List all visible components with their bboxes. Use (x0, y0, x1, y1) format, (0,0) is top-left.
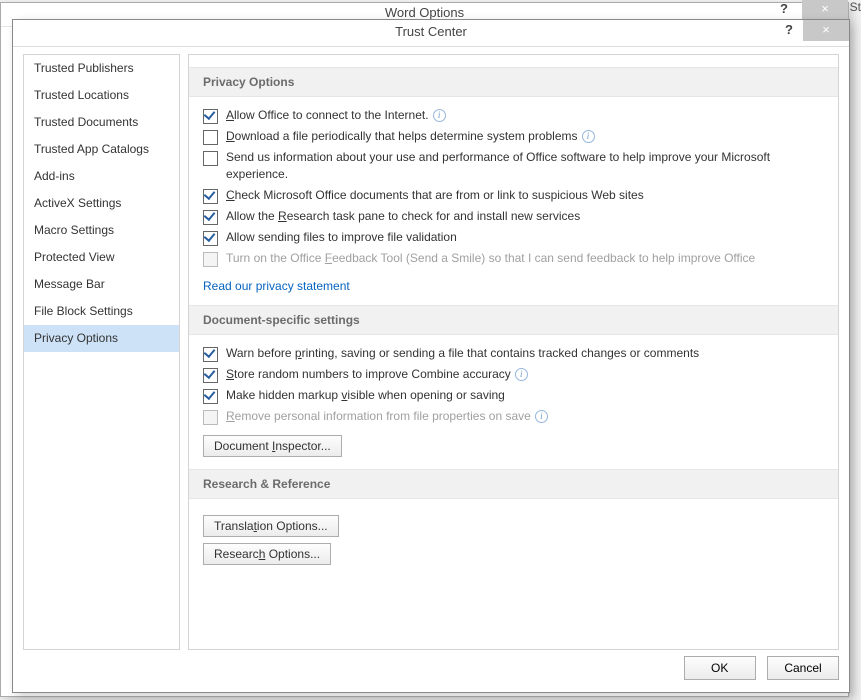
doc-option-2: Make hidden markup visible when opening … (203, 387, 824, 404)
section-header-privacy: Privacy Options (189, 67, 838, 97)
privacy-option-6: Turn on the Office Feedback Tool (Send a… (203, 250, 824, 267)
research-options-button[interactable]: Research Options... (203, 543, 331, 565)
privacy-option-3: Check Microsoft Office documents that ar… (203, 187, 824, 204)
parent-close-button[interactable]: × (802, 0, 848, 20)
privacy-option-1: Download a file periodically that helps … (203, 128, 824, 145)
privacy-checkbox-5[interactable] (203, 231, 218, 246)
doc-label-3: Remove personal information from file pr… (226, 408, 548, 425)
content-pane: Privacy Options Allow Office to connect … (188, 54, 839, 650)
sidebar-item-protected-view[interactable]: Protected View (24, 244, 179, 271)
sidebar-item-trusted-documents[interactable]: Trusted Documents (24, 109, 179, 136)
privacy-label-0[interactable]: Allow Office to connect to the Internet.… (226, 107, 446, 124)
doc-checkbox-2[interactable] (203, 389, 218, 404)
doc-label-0[interactable]: Warn before printing, saving or sending … (226, 345, 699, 362)
doc-label-2[interactable]: Make hidden markup visible when opening … (226, 387, 505, 404)
privacy-checkbox-0[interactable] (203, 109, 218, 124)
sidebar-item-file-block-settings[interactable]: File Block Settings (24, 298, 179, 325)
section-header-doc: Document-specific settings (189, 305, 838, 335)
info-icon[interactable]: i (515, 368, 528, 381)
privacy-option-5: Allow sending files to improve file vali… (203, 229, 824, 246)
sidebar-item-message-bar[interactable]: Message Bar (24, 271, 179, 298)
privacy-checkbox-6 (203, 252, 218, 267)
privacy-checkbox-4[interactable] (203, 210, 218, 225)
privacy-label-1[interactable]: Download a file periodically that helps … (226, 128, 595, 145)
doc-checkbox-1[interactable] (203, 368, 218, 383)
ok-button[interactable]: OK (684, 656, 756, 680)
section-header-research: Research & Reference (189, 469, 838, 499)
document-inspector-button[interactable]: Document Inspector... (203, 435, 342, 457)
privacy-label-5[interactable]: Allow sending files to improve file vali… (226, 229, 457, 246)
doc-option-0: Warn before printing, saving or sending … (203, 345, 824, 362)
close-button[interactable]: × (803, 20, 849, 41)
sidebar-item-trusted-app-catalogs[interactable]: Trusted App Catalogs (24, 136, 179, 163)
dialog-title: Trust Center (395, 24, 467, 39)
privacy-checkbox-1[interactable] (203, 130, 218, 145)
parent-dialog-title: Word Options (385, 5, 464, 20)
privacy-label-4[interactable]: Allow the Research task pane to check fo… (226, 208, 580, 225)
trust-center-dialog: Trust Center ? × Trusted PublishersTrust… (12, 19, 850, 693)
dialog-footer: OK Cancel (23, 656, 839, 684)
info-icon[interactable]: i (535, 410, 548, 423)
privacy-option-2: Send us information about your use and p… (203, 149, 824, 183)
privacy-checkbox-2[interactable] (203, 151, 218, 166)
privacy-checkbox-3[interactable] (203, 189, 218, 204)
sidebar-item-add-ins[interactable]: Add-ins (24, 163, 179, 190)
category-sidebar: Trusted PublishersTrusted LocationsTrust… (23, 54, 180, 650)
privacy-label-3[interactable]: Check Microsoft Office documents that ar… (226, 187, 644, 204)
privacy-label-2[interactable]: Send us information about your use and p… (226, 149, 824, 183)
doc-checkbox-3 (203, 410, 218, 425)
sidebar-item-activex-settings[interactable]: ActiveX Settings (24, 190, 179, 217)
sidebar-item-trusted-publishers[interactable]: Trusted Publishers (24, 55, 179, 82)
translation-options-button[interactable]: Translation Options... (203, 515, 339, 537)
doc-option-1: Store random numbers to improve Combine … (203, 366, 824, 383)
privacy-label-6: Turn on the Office Feedback Tool (Send a… (226, 250, 755, 267)
clipped-text: St (850, 0, 861, 14)
doc-label-1[interactable]: Store random numbers to improve Combine … (226, 366, 528, 383)
help-button[interactable]: ? (785, 22, 793, 37)
privacy-option-4: Allow the Research task pane to check fo… (203, 208, 824, 225)
doc-checkbox-0[interactable] (203, 347, 218, 362)
parent-help-button[interactable]: ? (780, 1, 788, 16)
titlebar: Trust Center ? × (13, 20, 849, 47)
info-icon[interactable]: i (582, 130, 595, 143)
sidebar-item-macro-settings[interactable]: Macro Settings (24, 217, 179, 244)
sidebar-item-trusted-locations[interactable]: Trusted Locations (24, 82, 179, 109)
sidebar-item-privacy-options[interactable]: Privacy Options (24, 325, 179, 352)
privacy-statement-link[interactable]: Read our privacy statement (203, 279, 350, 293)
cancel-button[interactable]: Cancel (767, 656, 839, 680)
info-icon[interactable]: i (433, 109, 446, 122)
doc-option-3: Remove personal information from file pr… (203, 408, 824, 425)
privacy-option-0: Allow Office to connect to the Internet.… (203, 107, 824, 124)
